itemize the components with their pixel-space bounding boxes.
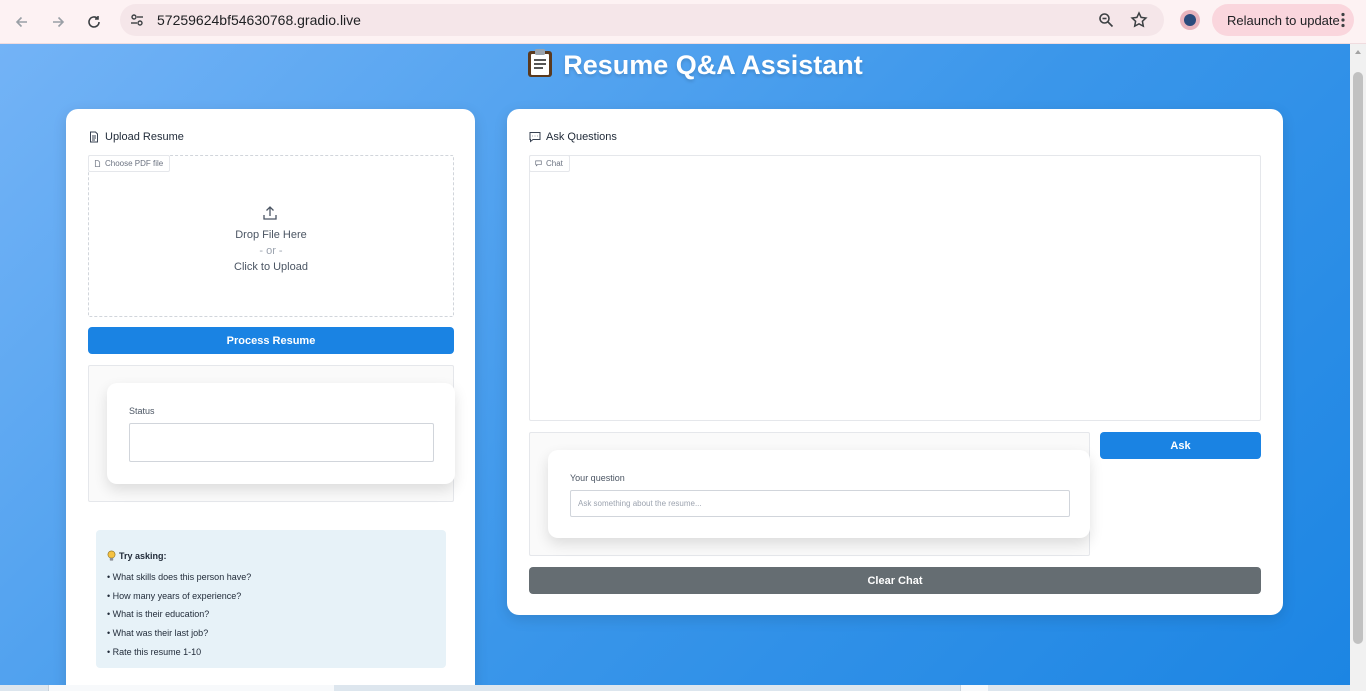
relaunch-button[interactable]: Relaunch to update (1212, 4, 1354, 36)
relaunch-label: Relaunch to update (1227, 13, 1340, 28)
question-input[interactable]: Ask something about the resume... (570, 490, 1070, 517)
status-output[interactable] (129, 423, 434, 462)
question-label: Your question (570, 473, 625, 483)
file-tag: Choose PDF file (88, 155, 171, 172)
status-card: Status (107, 383, 455, 484)
file-tag-label: Choose PDF file (105, 159, 164, 168)
or-text: - or - (259, 245, 283, 257)
clear-chat-button[interactable]: Clear Chat (529, 567, 1261, 594)
questions-card: Ask Questions Chat Your question Ask som… (507, 109, 1283, 615)
question-placeholder: Ask something about the resume... (578, 499, 702, 508)
page-title: Resume Q&A Assistant (0, 48, 1350, 81)
process-resume-button[interactable]: Process Resume (88, 327, 454, 354)
chat-tag: Chat (529, 155, 570, 172)
bottom-segment (48, 685, 334, 691)
tip-item: • What skills does this person have? (107, 572, 252, 582)
lightbulb-icon (107, 550, 116, 561)
url-text[interactable]: 57259624bf54630768.gradio.live (157, 12, 361, 28)
tip-item: • How many years of experience? (107, 591, 242, 601)
page-scrollbar[interactable] (1350, 44, 1366, 691)
tip-item: • Rate this resume 1-10 (107, 647, 202, 657)
tip-item: • What is their education? (107, 609, 210, 619)
star-icon[interactable] (1130, 11, 1148, 29)
drop-file-text: Drop File Here (235, 229, 307, 241)
questions-heading: Ask Questions (529, 131, 617, 143)
scroll-up-arrow-icon[interactable] (1355, 50, 1361, 54)
browser-toolbar: 57259624bf54630768.gradio.live Relaunch … (0, 0, 1366, 44)
back-arrow-icon[interactable] (8, 8, 36, 36)
status-label: Status (129, 406, 155, 416)
kebab-menu-icon[interactable] (1340, 12, 1346, 28)
scroll-thumb[interactable] (1353, 72, 1363, 644)
speech-bubble-icon (529, 132, 541, 143)
ask-button[interactable]: Ask (1100, 432, 1261, 459)
chat-icon (535, 160, 542, 167)
tips-title-text: Try asking: (119, 551, 167, 561)
tip-item: • What was their last job? (107, 628, 209, 638)
chat-tag-label: Chat (546, 159, 563, 168)
click-upload-text: Click to Upload (234, 261, 308, 273)
profile-avatar[interactable] (1180, 10, 1200, 30)
page-background: Resume Q&A Assistant Upload Resume Choos… (0, 44, 1350, 685)
site-info-icon[interactable] (129, 12, 145, 28)
document-icon (90, 131, 98, 143)
upload-icon (263, 206, 277, 220)
file-icon (94, 160, 101, 167)
reload-icon[interactable] (80, 8, 108, 36)
clipboard-icon (528, 49, 553, 77)
file-dropzone[interactable]: Choose PDF file Drop File Here - or - Cl… (88, 155, 454, 317)
tips-title: Try asking: (106, 550, 167, 562)
zoom-icon[interactable] (1098, 12, 1114, 28)
upload-card: Upload Resume Choose PDF file Drop File … (66, 109, 475, 685)
chat-window[interactable]: Chat (529, 155, 1261, 421)
tips-box: Try asking: • What skills does this pers… (96, 530, 446, 668)
status-panel: Status (88, 365, 455, 502)
question-card: Your question Ask something about the re… (548, 450, 1090, 538)
forward-arrow-icon[interactable] (44, 8, 72, 36)
bottom-bar (0, 685, 1350, 691)
bottom-segment (960, 685, 988, 691)
app-title-text: Resume Q&A Assistant (563, 50, 863, 80)
address-bar[interactable]: 57259624bf54630768.gradio.live (120, 4, 1164, 36)
upload-heading: Upload Resume (88, 131, 184, 143)
upload-heading-text: Upload Resume (105, 131, 184, 143)
question-panel: Your question Ask something about the re… (529, 432, 1090, 556)
questions-heading-text: Ask Questions (546, 131, 617, 143)
